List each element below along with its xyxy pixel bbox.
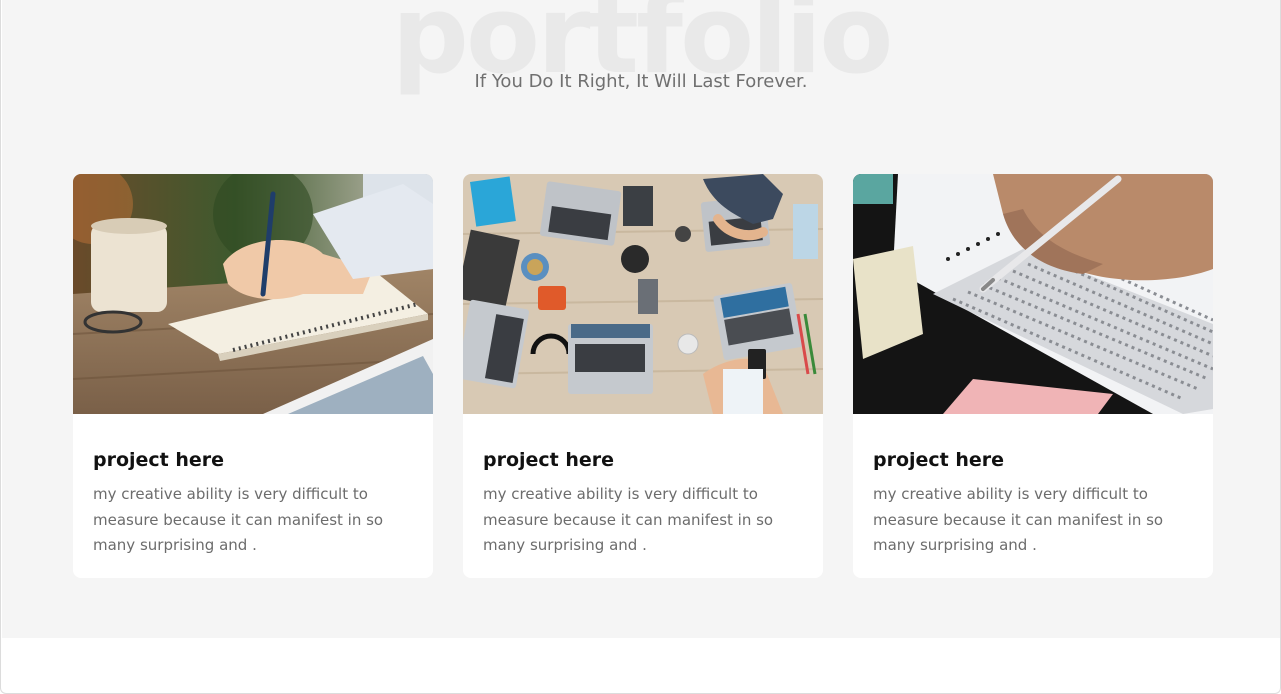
card-body: project here my creative ability is very…	[853, 414, 1213, 559]
card-title[interactable]: project here	[873, 448, 1193, 472]
page-frame: portfolio If You Do It Right, It Will La…	[0, 0, 1281, 694]
portfolio-section: portfolio If You Do It Right, It Will La…	[2, 0, 1280, 638]
project-card[interactable]: project here my creative ability is very…	[463, 174, 823, 578]
card-body: project here my creative ability is very…	[463, 414, 823, 559]
project-image-exam-sheet[interactable]	[853, 174, 1213, 414]
project-image-writing-notebook[interactable]	[73, 174, 433, 414]
card-description: my creative ability is very difficult to…	[483, 485, 774, 554]
card-title[interactable]: project here	[483, 448, 803, 472]
card-description: my creative ability is very difficult to…	[873, 485, 1164, 554]
section-subtitle: If You Do It Right, It Will Last Forever…	[474, 71, 808, 92]
project-card[interactable]: project here my creative ability is very…	[73, 174, 433, 578]
card-title[interactable]: project here	[93, 448, 413, 472]
card-body: project here my creative ability is very…	[73, 414, 433, 559]
project-image-team-laptops[interactable]	[463, 174, 823, 414]
card-description: my creative ability is very difficult to…	[93, 485, 384, 554]
project-card[interactable]: project here my creative ability is very…	[853, 174, 1213, 578]
